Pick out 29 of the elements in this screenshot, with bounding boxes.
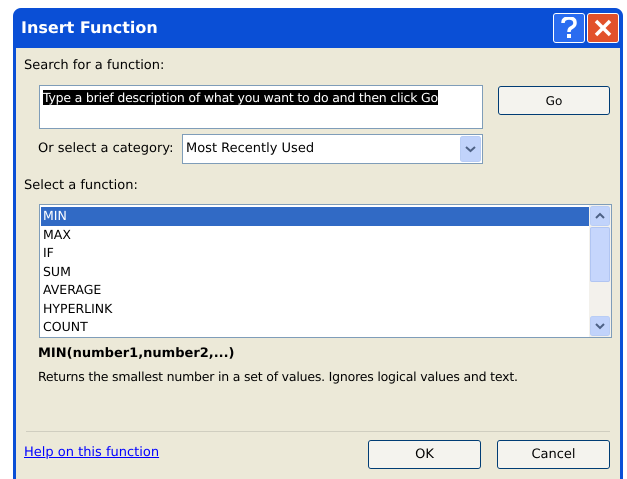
close-button[interactable] bbox=[587, 13, 619, 43]
chevron-down-icon bbox=[460, 136, 481, 162]
function-item[interactable]: MIN bbox=[41, 207, 589, 226]
scroll-up-icon[interactable] bbox=[590, 206, 610, 226]
function-item[interactable]: IF bbox=[41, 244, 589, 262]
go-button[interactable]: Go bbox=[498, 86, 610, 115]
search-label: Search for a function: bbox=[24, 58, 166, 74]
cancel-button[interactable]: Cancel bbox=[497, 440, 610, 469]
function-item[interactable]: MAX bbox=[41, 226, 589, 244]
function-item[interactable]: SUM bbox=[41, 262, 589, 281]
function-item[interactable]: COUNT bbox=[41, 318, 589, 336]
search-field[interactable]: Type a brief description of what you want to do and then click Go bbox=[39, 85, 483, 129]
function-list-label: Select a function: bbox=[24, 178, 139, 194]
function-signature: MIN(number1,number2,...) bbox=[38, 345, 236, 362]
category-label: Or select a category: bbox=[38, 140, 174, 158]
scroll-thumb[interactable] bbox=[590, 227, 610, 282]
question-icon bbox=[561, 17, 577, 39]
close-icon bbox=[594, 19, 612, 37]
function-item[interactable]: AVERAGE bbox=[41, 281, 589, 300]
window-title: Insert Function bbox=[21, 17, 159, 39]
ok-button[interactable]: OK bbox=[368, 440, 481, 469]
function-item[interactable]: HYPERLINK bbox=[41, 300, 589, 318]
help-link[interactable]: Help on this function bbox=[24, 442, 368, 462]
function-list[interactable]: MIN MAX IF SUM AVERAGE HYPERLINK COUNT bbox=[39, 204, 612, 338]
help-button[interactable] bbox=[553, 13, 585, 43]
scrollbar[interactable] bbox=[589, 205, 611, 337]
category-dropdown[interactable]: Most Recently Used bbox=[182, 134, 483, 164]
function-description: Returns the smallest number in a set of values. Ignores logical values and text. bbox=[38, 368, 519, 386]
scroll-down-icon[interactable] bbox=[590, 316, 610, 336]
